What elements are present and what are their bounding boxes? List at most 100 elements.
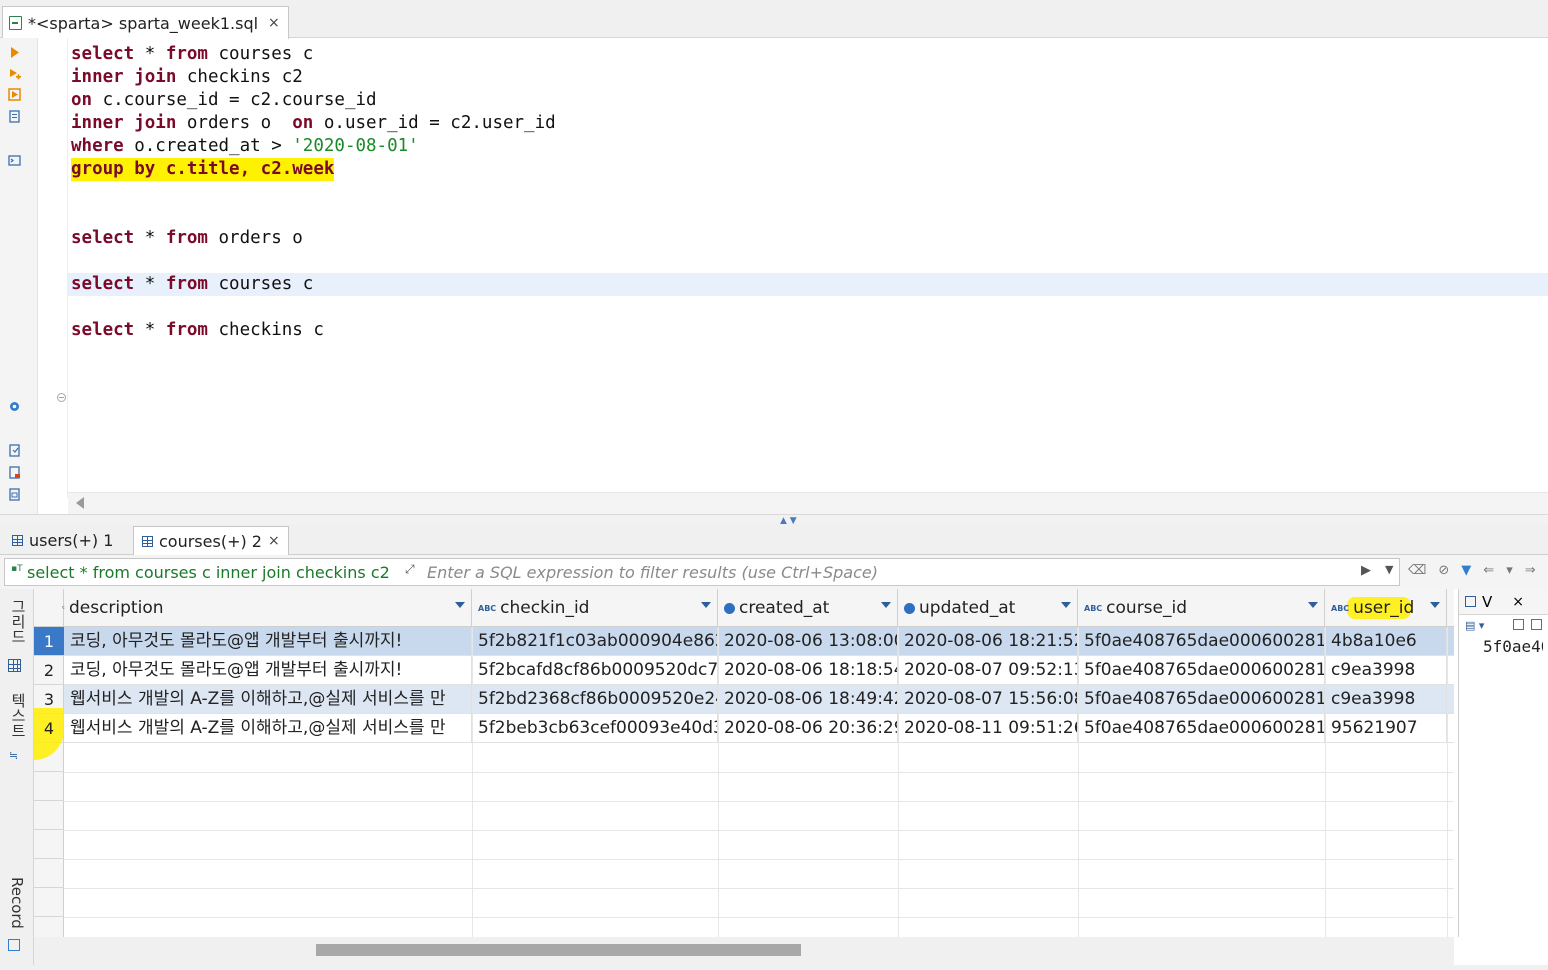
row-number[interactable]: 1 bbox=[34, 627, 64, 656]
table-row[interactable]: 웹서비스 개발의 A-Z를 이해하고,@실제 서비스를 만 5f2beb3cb6… bbox=[64, 714, 1454, 743]
cell-course-id[interactable]: 5f0ae408765dae0006002817 bbox=[1078, 656, 1325, 685]
cell-updated-at[interactable]: 2020-08-06 18:21:52 bbox=[898, 627, 1078, 656]
tab-courses[interactable]: courses(+) 2 × bbox=[133, 526, 289, 555]
cell-course-id[interactable]: 5f0ae408765dae0006002817 bbox=[1078, 627, 1325, 656]
sort-dropdown-icon[interactable] bbox=[455, 602, 465, 608]
row-number[interactable]: 2 bbox=[34, 656, 64, 685]
cell-created-at[interactable]: 2020-08-06 13:08:00 bbox=[718, 627, 898, 656]
cell-checkin-id[interactable]: 5f2b821f1c03ab000904e862 bbox=[472, 627, 718, 656]
scroll-left-icon[interactable] bbox=[76, 497, 84, 509]
text-view-icon[interactable]: ≒ bbox=[9, 749, 18, 762]
clear-filter-icon[interactable]: ⊘ bbox=[1438, 563, 1449, 578]
cell-created-at[interactable]: 2020-08-06 18:18:54 bbox=[718, 656, 898, 685]
save-file-icon[interactable] bbox=[8, 466, 21, 479]
column-header-description[interactable]: ᶜ description bbox=[62, 589, 472, 627]
fold-collapse-icon[interactable]: − bbox=[57, 393, 66, 402]
dropdown-icon[interactable]: ▾ bbox=[1506, 563, 1513, 578]
table-row[interactable]: 웹서비스 개발의 A-Z를 이해하고,@실제 서비스를 만 5f2bd2368c… bbox=[64, 685, 1454, 714]
cell-created-at[interactable]: 2020-08-06 20:36:29 bbox=[718, 714, 898, 743]
cell-description[interactable]: 웹서비스 개발의 A-Z를 이해하고,@실제 서비스를 만 bbox=[64, 685, 472, 714]
code-line-2: inner join checkins c2 bbox=[71, 67, 303, 87]
close-icon[interactable]: × bbox=[268, 15, 280, 31]
execute-statement-icon[interactable] bbox=[8, 46, 21, 59]
filter-history-icon[interactable]: ▼ bbox=[1385, 563, 1393, 576]
save-icon[interactable] bbox=[1513, 619, 1524, 630]
close-icon[interactable]: × bbox=[268, 533, 280, 549]
column-header-course-id[interactable]: ABC course_id bbox=[1078, 589, 1325, 627]
filter-bar: ▪T select * from courses c inner join ch… bbox=[0, 555, 1548, 589]
save-to-file-icon[interactable] bbox=[1531, 619, 1542, 630]
grid-icon[interactable] bbox=[8, 659, 21, 672]
tab-users[interactable]: users(+) 1 bbox=[4, 526, 121, 555]
explain-plan-icon[interactable] bbox=[8, 110, 21, 123]
column-header-created-at[interactable]: created_at bbox=[718, 589, 898, 627]
funnel-icon[interactable]: ▼ bbox=[1461, 563, 1471, 578]
grid-horizontal-scrollbar[interactable] bbox=[34, 937, 1454, 965]
cell-value-text[interactable]: 5f0ae408765dae0006002817 bbox=[1483, 637, 1543, 656]
column-header-user-id[interactable]: ABC user_id bbox=[1325, 589, 1447, 627]
export-icon[interactable] bbox=[8, 444, 21, 457]
sort-dropdown-icon[interactable] bbox=[881, 602, 891, 608]
record-icon[interactable] bbox=[8, 939, 20, 951]
back-arrow-icon[interactable]: ⇐ bbox=[1483, 563, 1494, 578]
settings-gear-icon[interactable] bbox=[8, 400, 21, 413]
format-icon[interactable]: ▤ ▾ bbox=[1465, 619, 1484, 632]
sort-dropdown-icon[interactable] bbox=[1061, 602, 1071, 608]
clock-icon bbox=[904, 602, 915, 614]
line-number-ruler: − bbox=[38, 38, 68, 498]
table-row[interactable]: 코딩, 아무것도 몰라도@앱 개발부터 출시까지! 5f2b821f1c03ab… bbox=[64, 627, 1454, 656]
sort-dropdown-icon[interactable] bbox=[1308, 602, 1318, 608]
cell-user-id[interactable]: c9ea3998 bbox=[1325, 685, 1447, 714]
cell-description[interactable]: 코딩, 아무것도 몰라도@앱 개발부터 출시까지! bbox=[64, 627, 472, 656]
cell-checkin-id[interactable]: 5f2bcafd8cf86b0009520dc7 bbox=[472, 656, 718, 685]
close-icon[interactable]: × bbox=[1512, 594, 1524, 610]
column-header-checkin-id[interactable]: ABC checkin_id bbox=[472, 589, 718, 627]
cell-user-id[interactable]: 4b8a10e6 bbox=[1325, 627, 1447, 656]
results-grid[interactable]: ᶜ description ABC checkin_id created_at … bbox=[34, 589, 1454, 937]
cell-course-id[interactable]: 5f0ae408765dae0006002816 bbox=[1078, 714, 1325, 743]
cell-created-at[interactable]: 2020-08-06 18:49:42 bbox=[718, 685, 898, 714]
sql-editor[interactable]: select * from courses c inner join check… bbox=[68, 38, 1548, 498]
dbeaver-window: *<sparta> sparta_week1.sql × − select * … bbox=[0, 0, 1548, 970]
editor-tab-title: *<sparta> sparta_week1.sql bbox=[28, 13, 259, 33]
column-header-updated-at[interactable]: updated_at bbox=[898, 589, 1078, 627]
scrollbar-thumb[interactable] bbox=[316, 944, 801, 956]
cell-description[interactable]: 코딩, 아무것도 몰라도@앱 개발부터 출시까지! bbox=[64, 656, 472, 685]
forward-arrow-icon[interactable]: ⇒ bbox=[1525, 563, 1536, 578]
cell-description[interactable]: 웹서비스 개발의 A-Z를 이해하고,@실제 서비스를 만 bbox=[64, 714, 472, 743]
filter-input[interactable]: ▪T select * from courses c inner join ch… bbox=[4, 558, 1400, 586]
template-icon[interactable] bbox=[8, 488, 21, 501]
execute-new-tab-icon[interactable] bbox=[8, 68, 21, 81]
sort-dropdown-icon[interactable] bbox=[1430, 602, 1440, 608]
editor-tab-sparta-week1[interactable]: *<sparta> sparta_week1.sql × bbox=[2, 6, 289, 39]
row-number[interactable]: 4 bbox=[34, 708, 64, 760]
code-line-6-highlighted: group by c.title, c2.week bbox=[71, 158, 335, 181]
erase-filter-icon[interactable]: ⌫ bbox=[1408, 563, 1426, 578]
value-panel-title: V bbox=[1482, 592, 1493, 611]
abc-type-icon: ABC bbox=[478, 603, 497, 613]
results-tab-bar: users(+) 1 courses(+) 2 × bbox=[0, 524, 1548, 555]
cell-updated-at[interactable]: 2020-08-11 09:51:26 bbox=[898, 714, 1078, 743]
record-view-label[interactable]: Record bbox=[8, 877, 26, 929]
console-icon[interactable] bbox=[8, 154, 21, 167]
grid-view-label[interactable]: 그리드 bbox=[8, 599, 29, 644]
panel-splitter[interactable]: ▲ ▼ bbox=[0, 514, 1548, 526]
cell-updated-at[interactable]: 2020-08-07 09:52:13 bbox=[898, 656, 1078, 685]
sort-dropdown-icon[interactable] bbox=[701, 602, 711, 608]
table-icon bbox=[12, 535, 23, 546]
cell-user-id[interactable]: 95621907 bbox=[1325, 714, 1447, 743]
expand-icon[interactable]: ⤢ bbox=[405, 562, 415, 577]
clock-icon bbox=[724, 602, 735, 614]
cell-checkin-id[interactable]: 5f2beb3cb63cef00093e40d3 bbox=[472, 714, 718, 743]
execute-script-icon[interactable] bbox=[8, 88, 21, 101]
cell-checkin-id[interactable]: 5f2bd2368cf86b0009520e24 bbox=[472, 685, 718, 714]
cell-updated-at[interactable]: 2020-08-07 15:56:08 bbox=[898, 685, 1078, 714]
code-line-3: on c.course_id = c2.course_id bbox=[71, 90, 377, 110]
apply-filter-icon[interactable]: ▶ bbox=[1361, 563, 1371, 578]
text-view-label[interactable]: 텍스트 bbox=[8, 693, 29, 738]
cell-course-id[interactable]: 5f0ae408765dae0006002816 bbox=[1078, 685, 1325, 714]
editor-horizontal-scrollbar[interactable] bbox=[68, 492, 1548, 514]
editor-tab-bar: *<sparta> sparta_week1.sql × bbox=[0, 0, 1548, 39]
table-row[interactable]: 코딩, 아무것도 몰라도@앱 개발부터 출시까지! 5f2bcafd8cf86b… bbox=[64, 656, 1454, 685]
cell-user-id[interactable]: c9ea3998 bbox=[1325, 656, 1447, 685]
